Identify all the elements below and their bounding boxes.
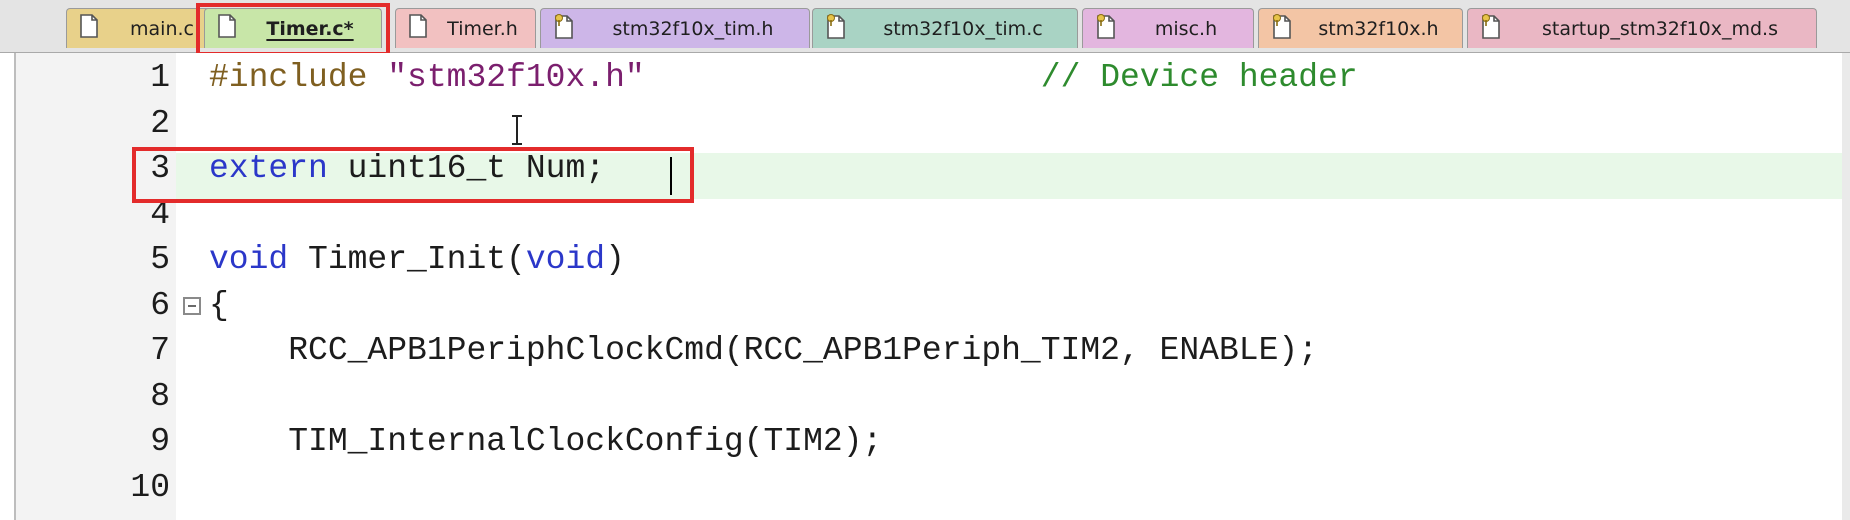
file-key-icon <box>1271 13 1293 44</box>
code-token: #include <box>209 59 368 96</box>
code-line[interactable]: 4 <box>0 192 1850 238</box>
line-number: 6 <box>150 286 170 324</box>
code-line[interactable]: 3 extern uint16_t Num; <box>0 146 1850 192</box>
code-line[interactable]: 5 void Timer_Init(void) <box>0 237 1850 283</box>
code-text: extern uint16_t Num; <box>209 146 605 192</box>
tab-timer-c[interactable]: Timer.c* <box>204 8 382 48</box>
code-line[interactable]: 6{ <box>0 283 1850 329</box>
file-key-icon <box>1480 13 1502 44</box>
tab-startup-stm32f10x-md-s[interactable]: startup_stm32f10x_md.s <box>1467 8 1817 48</box>
ibeam-cursor-icon <box>512 115 522 145</box>
tab-main-c[interactable]: main.c <box>66 8 224 48</box>
line-number: 2 <box>150 104 170 142</box>
file-icon <box>408 14 428 43</box>
editor-tab-bar: main.c Timer.c* Timer.h stm32f10x_tim.h stm3… <box>0 0 1850 53</box>
line-number: 7 <box>150 332 170 369</box>
code-line[interactable]: 9 TIM_InternalClockConfig(TIM2); <box>0 419 1850 465</box>
line-number: 4 <box>150 195 170 233</box>
tab-timer-h[interactable]: Timer.h <box>395 8 536 48</box>
code-text: { <box>209 283 229 329</box>
line-number: 1 <box>150 59 170 96</box>
code-line[interactable]: 8 <box>0 374 1850 420</box>
code-line[interactable]: 1 #include "stm32f10x.h" // Device header <box>0 55 1850 101</box>
tab-label: stm32f10x.h <box>1318 17 1439 40</box>
code-text: #include "stm32f10x.h" // Device header <box>209 55 1358 101</box>
tab-stm32f10x-tim-h[interactable]: stm32f10x_tim.h <box>540 8 810 48</box>
code-token: void <box>209 241 289 278</box>
file-icon <box>217 14 237 43</box>
code-text: TIM_InternalClockConfig(TIM2); <box>209 419 882 465</box>
line-number: 10 <box>130 468 170 506</box>
file-key-icon <box>1095 13 1117 44</box>
code-token: // Device header <box>1040 59 1358 96</box>
vertical-scrollbar[interactable] <box>1842 53 1850 520</box>
line-number: 9 <box>150 423 170 460</box>
code-token: { <box>209 286 229 324</box>
tab-label: misc.h <box>1154 17 1218 40</box>
code-line[interactable]: 10 <box>0 465 1850 511</box>
tab-label: startup_stm32f10x_md.s <box>1541 17 1778 40</box>
code-line[interactable]: 7 RCC_APB1PeriphClockCmd(RCC_APB1Periph_… <box>0 328 1850 374</box>
file-key-icon <box>553 13 575 44</box>
code-token: ) <box>605 241 625 278</box>
code-line[interactable]: 2 <box>0 101 1850 147</box>
file-key-icon <box>825 13 847 44</box>
text-caret <box>670 157 672 195</box>
code-text: void Timer_Init(void) <box>209 237 625 283</box>
code-token: uint16_t Num; <box>327 150 606 187</box>
line-number: 8 <box>150 377 170 415</box>
tab-label: Timer.h <box>447 17 518 40</box>
fold-toggle-icon[interactable] <box>183 296 201 315</box>
code-editor[interactable]: 1 #include "stm32f10x.h" // Device header… <box>0 53 1850 520</box>
code-token: extern <box>209 150 328 187</box>
code-token: TIM_InternalClockConfig(TIM2); <box>209 423 883 460</box>
tab-stm32f10x-h[interactable]: stm32f10x.h <box>1258 8 1463 48</box>
code-text: RCC_APB1PeriphClockCmd(RCC_APB1Periph_TI… <box>209 328 1318 374</box>
code-token: "stm32f10x.h" <box>387 59 645 96</box>
code-token: void <box>525 241 606 278</box>
tab-label: stm32f10x_tim.c <box>883 17 1043 40</box>
line-number: 5 <box>150 241 170 278</box>
tab-label: Timer.c* <box>266 17 354 40</box>
tab-misc-h[interactable]: misc.h <box>1082 8 1254 48</box>
tab-label: stm32f10x_tim.h <box>612 17 774 40</box>
tab-stm32f10x-tim-c[interactable]: stm32f10x_tim.c <box>812 8 1078 48</box>
file-icon <box>79 14 99 43</box>
line-number: 3 <box>150 150 170 187</box>
code-token: Timer_Init( <box>288 241 526 278</box>
code-token: RCC_APB1PeriphClockCmd(RCC_APB1Periph_TI… <box>209 332 1318 369</box>
